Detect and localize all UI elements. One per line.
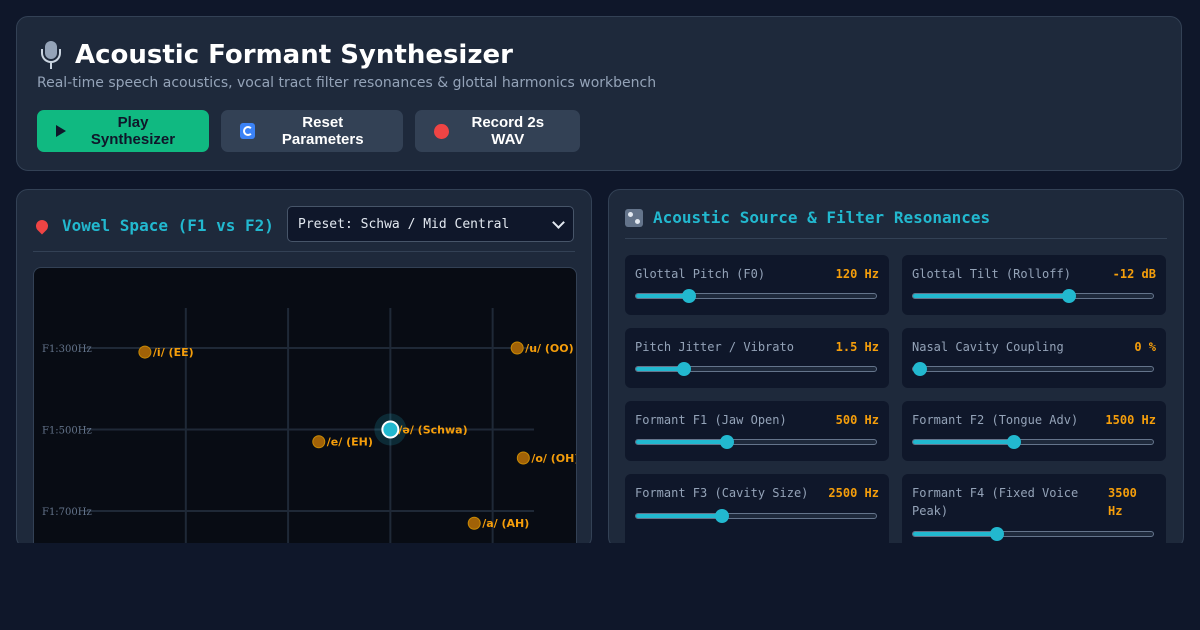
slider-track[interactable] (912, 289, 1154, 303)
slider-value: -12 dB (1112, 267, 1156, 281)
resonance-panel-title: Acoustic Source & Filter Resonances (653, 208, 991, 227)
slider-card: Formant F1 (Jaw Open) 500 Hz (625, 401, 889, 461)
vowel-panel-divider (33, 251, 575, 252)
slider-card: Glottal Pitch (F0) 120 Hz (625, 255, 889, 315)
slider-label: Formant F4 (Fixed Voice Peak) (912, 486, 1079, 518)
vowel-space-plot[interactable]: F1:300Hz F1:500Hz F1:700Hz/i/ (EE) /u/ (OO)… (33, 267, 577, 548)
vowel-panel-title: Vowel Space (F1 vs F2) (62, 216, 274, 235)
slider-track[interactable] (635, 435, 877, 449)
chevron-down-icon (552, 215, 565, 229)
vowel-label: /e/ (EH) (327, 436, 373, 449)
control-knobs-icon (625, 208, 643, 227)
slider-card: Formant F3 (Cavity Size) 2500 Hz (625, 474, 889, 548)
slider-fill (636, 294, 689, 298)
vowel-space-svg: F1:300Hz F1:500Hz F1:700Hz/i/ (EE) /u/ (OO)… (42, 308, 576, 548)
action-buttons: Play Synthesizer Reset Parameters Record… (37, 110, 580, 152)
grid-label: F1:500Hz (42, 426, 92, 437)
reset-icon (240, 123, 256, 139)
title-row: Acoustic Formant Synthesizer (37, 39, 513, 71)
slider-card: Formant F2 (Tongue Adv) 1500 Hz (902, 401, 1166, 461)
slider-value: 3500 Hz (1108, 486, 1137, 518)
slider-card: Pitch Jitter / Vibrato 1.5 Hz (625, 328, 889, 388)
preset-selected-value: Preset: Schwa / Mid Central (298, 216, 510, 232)
pin-icon (33, 217, 51, 234)
slider-thumb[interactable] (1006, 435, 1021, 449)
vowel-point (138, 345, 152, 359)
slider-thumb[interactable] (720, 435, 735, 449)
slider-value: 2500 Hz (828, 486, 879, 500)
slider-value: 1500 Hz (1105, 413, 1156, 427)
vowel-label: /i/ (EE) (153, 346, 194, 359)
slider-thumb[interactable] (681, 289, 696, 303)
slider-value: 1.5 Hz (835, 340, 879, 354)
vowel-point (312, 435, 326, 449)
slider-track[interactable] (912, 527, 1154, 541)
microphone-icon (37, 39, 65, 71)
record-icon (434, 123, 449, 139)
vowel-point (516, 451, 530, 465)
play-label: Play Synthesizer (90, 114, 176, 148)
slider-fill (636, 440, 728, 444)
resonance-panel-divider (625, 238, 1167, 239)
page-bottom-area (0, 543, 1200, 630)
slider-value: 0 % (1134, 340, 1156, 354)
slider-fill (913, 294, 1069, 298)
vowel-point (467, 516, 481, 530)
resonance-panel: Acoustic Source & Filter Resonances Glot… (608, 189, 1184, 549)
slider-track[interactable] (912, 362, 1154, 376)
slider-card: Glottal Tilt (Rolloff) -12 dB (902, 255, 1166, 315)
record-wav-button[interactable]: Record 2s WAV (415, 110, 580, 152)
slider-fill (913, 532, 997, 536)
slider-thumb[interactable] (1062, 289, 1076, 303)
page-title: Acoustic Formant Synthesizer (75, 40, 513, 70)
slider-value: 120 Hz (835, 267, 879, 281)
slider-track[interactable] (635, 362, 877, 376)
slider-thumb[interactable] (990, 527, 1004, 541)
slider-track[interactable] (635, 289, 877, 303)
slider-thumb[interactable] (715, 509, 730, 523)
slider-thumb[interactable] (913, 362, 928, 376)
reset-label: Reset Parameters (281, 114, 364, 148)
page-subtitle: Real-time speech acoustics, vocal tract … (37, 75, 657, 91)
slider-card: Nasal Cavity Coupling 0 % (902, 328, 1166, 388)
vowel-label: /ə/ (Schwa) (398, 424, 467, 437)
vowel-point (510, 341, 524, 355)
play-synthesizer-button[interactable]: Play Synthesizer (37, 110, 209, 152)
preset-select[interactable]: Preset: Schwa / Mid Central (287, 206, 574, 242)
vowel-space-panel: Vowel Space (F1 vs F2) Preset: Schwa / M… (16, 189, 592, 549)
grid-label: F1:300Hz (42, 344, 92, 355)
slider-track[interactable] (912, 435, 1154, 449)
record-label: Record 2s WAV (471, 114, 545, 148)
app-header: Acoustic Formant Synthesizer Real-time s… (16, 16, 1182, 171)
slider-card: Formant F4 (Fixed Voice Peak) 3500 Hz (902, 474, 1166, 548)
slider-track[interactable] (635, 509, 877, 523)
vowel-label: /a/ (AH) (482, 517, 529, 530)
slider-fill (636, 514, 723, 518)
slider-value: 500 Hz (835, 413, 879, 427)
slider-thumb[interactable] (677, 362, 691, 376)
vowel-label: /u/ (OO) (525, 342, 573, 355)
slider-fill (913, 440, 1014, 444)
reset-parameters-button[interactable]: Reset Parameters (221, 110, 403, 152)
grid-label: F1:700Hz (42, 507, 92, 518)
resonance-panel-header: Acoustic Source & Filter Resonances (625, 208, 1167, 227)
vowel-label: /o/ (OH) (531, 452, 576, 465)
play-icon (56, 125, 66, 137)
slider-label: Nasal Cavity Coupling (912, 340, 1064, 354)
active-vowel-point (381, 420, 400, 439)
